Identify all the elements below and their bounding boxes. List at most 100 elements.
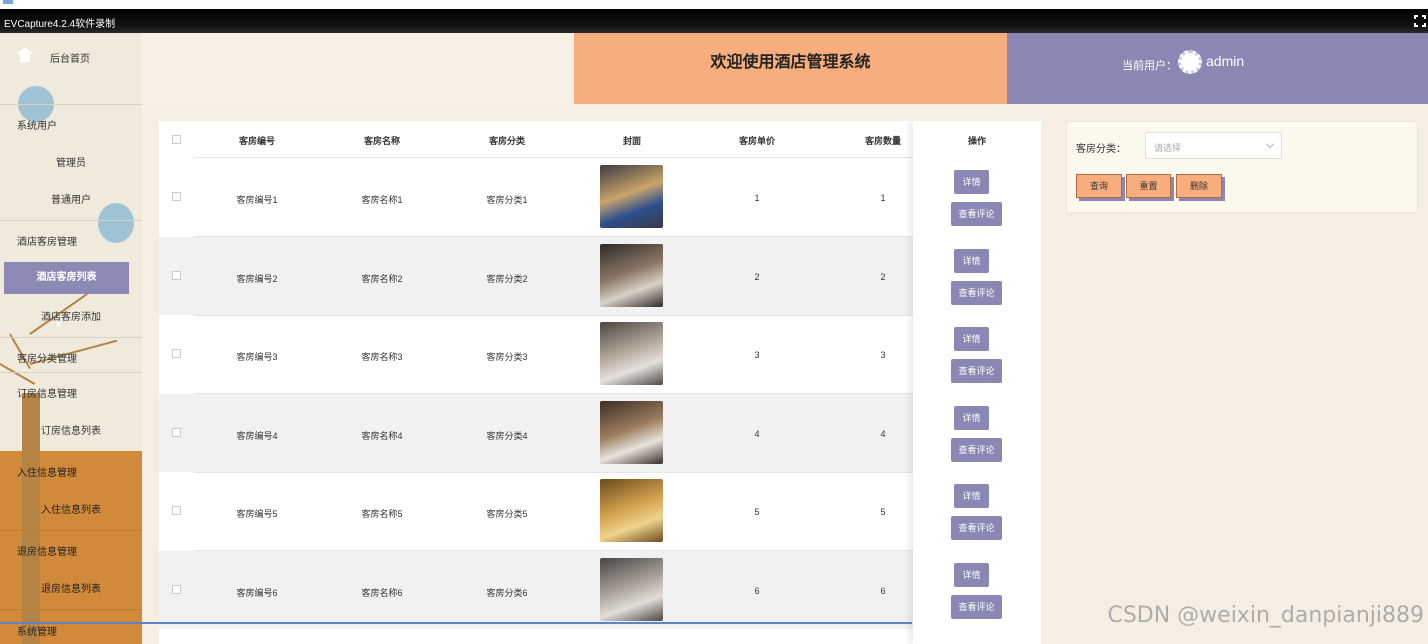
column-header: 客房单价	[738, 136, 775, 146]
detail-button[interactable]: 详情	[954, 327, 989, 351]
sidebar-group-room-management[interactable]: 酒店客房管理	[0, 233, 142, 248]
header-banner: 欢迎使用酒店管理系统	[574, 33, 1007, 104]
cell-room-code: 客房编号5	[236, 509, 278, 519]
sidebar-item-home[interactable]: 后台首页	[50, 50, 140, 65]
column-header: 客房名称	[363, 136, 400, 146]
cell-room-price: 3	[754, 350, 760, 360]
divider	[0, 609, 142, 610]
row-checkbox[interactable]	[172, 506, 181, 515]
detail-button[interactable]: 详情	[954, 170, 989, 194]
view-reviews-button[interactable]: 查看评论	[951, 280, 1002, 305]
cell-room-price: 5	[754, 507, 760, 517]
category-select[interactable]: 请选择	[1145, 132, 1282, 159]
category-label: 客房分类：	[1076, 144, 1126, 155]
sidebar-group-checkin[interactable]: 入住信息管理	[0, 464, 142, 479]
sidebar-item-normal-user[interactable]: 普通用户	[0, 191, 142, 206]
operations-column: 操作 详情 查看评论 详情 查看评论 详情 查看评论 详情 查看评论 详情 查看评论 详情 查看评论	[913, 121, 1041, 644]
room-cover-image[interactable]	[600, 243, 663, 307]
view-reviews-button[interactable]: 查看评论	[951, 594, 1002, 619]
divider	[0, 337, 142, 338]
cell-room-name: 客房名称5	[361, 509, 403, 519]
watermark: CSDN @weixin_danpianji889	[1107, 603, 1424, 628]
top-strip	[0, 0, 1428, 9]
window-titlebar: EVCapture4.2.4软件录制	[0, 9, 1428, 33]
current-user-name[interactable]: admin	[1206, 53, 1244, 69]
page-title: 欢迎使用酒店管理系统	[710, 54, 871, 71]
divider	[0, 104, 142, 105]
column-header: 客房分类	[488, 136, 525, 146]
sidebar-item-room-add[interactable]: 酒店客房添加	[0, 308, 142, 323]
sidebar-group-system[interactable]: 系统管理	[0, 623, 142, 638]
avatar[interactable]	[1178, 50, 1202, 74]
room-cover-image[interactable]	[600, 165, 663, 228]
cell-room-name: 客房名称3	[361, 352, 403, 362]
cell-room-name: 客房名称2	[361, 273, 403, 284]
sidebar-item-checkout-list[interactable]: 退房信息列表	[0, 580, 142, 595]
sidebar-group-system-users[interactable]: 系统用户	[0, 117, 142, 132]
user-panel: 当前用户： admin	[1007, 33, 1428, 104]
cell-room-code: 客房编号4	[236, 430, 278, 441]
row-checkbox[interactable]	[172, 584, 181, 594]
sidebar-group-checkout[interactable]: 退房信息管理	[0, 543, 142, 558]
column-header: 封面	[622, 136, 641, 146]
view-reviews-button[interactable]: 查看评论	[951, 437, 1002, 462]
room-cover-image[interactable]	[600, 400, 663, 464]
current-user-label: 当前用户：	[1122, 60, 1177, 72]
divider	[0, 372, 142, 373]
table-row: 客房编号5 客房名称5 客房分类5 5 5	[159, 472, 1041, 550]
table-row: 客房编号3 客房名称3 客房分类3 3 3	[159, 315, 1041, 393]
sidebar-item-booking-list[interactable]: 订房信息列表	[0, 422, 142, 437]
cell-room-code: 客房编号1	[236, 195, 278, 205]
reset-button[interactable]: 重置	[1126, 174, 1171, 198]
view-reviews-button[interactable]: 查看评论	[951, 202, 1002, 226]
row-checkbox[interactable]	[172, 427, 181, 437]
select-all-checkbox[interactable]	[172, 135, 181, 144]
room-table: 客房编号 客房名称 客房分类 封面 客房单价 客房数量 客房编号1 客房名称1 客房…	[159, 121, 1041, 644]
room-cover-image[interactable]	[600, 557, 663, 621]
table-row: 客房编号1 客房名称1 客房分类1 1 1	[159, 158, 1041, 236]
sidebar-group-booking[interactable]: 订房信息管理	[0, 385, 142, 400]
query-button[interactable]: 查询	[1076, 174, 1122, 198]
sidebar-group-room-category[interactable]: 客房分类管理	[0, 350, 142, 365]
table-row: 客房编号6 客房名称6 客房分类6 6 6	[159, 550, 1041, 629]
cell-room-code: 客房编号6	[236, 587, 278, 598]
view-reviews-button[interactable]: 查看评论	[951, 359, 1002, 383]
cell-room-category: 客房分类1	[486, 195, 528, 205]
room-cover-image[interactable]	[600, 479, 663, 542]
divider	[0, 220, 142, 221]
window-title: EVCapture4.2.4软件录制	[4, 19, 116, 30]
cell-room-name: 客房名称4	[361, 430, 403, 441]
delete-button[interactable]: 删除	[1176, 174, 1222, 198]
sidebar-item-room-list[interactable]: 酒店客房列表	[4, 262, 129, 294]
row-checkbox[interactable]	[172, 349, 181, 358]
cell-room-category: 客房分类2	[486, 273, 528, 284]
recording-progress-bar	[0, 622, 912, 624]
home-icon[interactable]	[17, 47, 33, 63]
sidebar-item-admin[interactable]: 管理员	[0, 154, 142, 169]
cell-room-code: 客房编号2	[236, 273, 278, 284]
column-header: 客房编号	[238, 136, 275, 146]
sidebar: 后台首页 系统用户 管理员 普通用户 酒店客房管理 酒店客房列表 酒店客房添加 …	[0, 33, 142, 644]
mouse-cursor-icon	[57, 321, 62, 327]
fullscreen-icon[interactable]	[1414, 15, 1426, 27]
cell-room-price: 1	[754, 193, 760, 203]
corner-mark	[3, 0, 13, 4]
sidebar-item-checkin-list[interactable]: 入住信息列表	[0, 501, 142, 516]
detail-button[interactable]: 详情	[954, 248, 989, 273]
detail-button[interactable]: 详情	[954, 484, 989, 508]
cell-room-name: 客房名称6	[361, 587, 403, 598]
table-row: 客房编号2 客房名称2 客房分类2 2 2	[159, 236, 1041, 315]
cell-room-category: 客房分类6	[486, 587, 528, 598]
header-left	[142, 33, 574, 104]
row-checkbox[interactable]	[172, 270, 181, 280]
chevron-down-icon	[1265, 139, 1275, 149]
view-reviews-button[interactable]: 查看评论	[951, 516, 1002, 540]
detail-button[interactable]: 详情	[954, 405, 989, 430]
room-cover-image[interactable]	[600, 322, 663, 385]
row-checkbox[interactable]	[172, 192, 181, 201]
detail-button[interactable]: 详情	[954, 562, 989, 587]
cell-room-price: 4	[754, 428, 760, 439]
table-row: 客房编号4 客房名称4 客房分类4 4 4	[159, 393, 1041, 472]
divider	[0, 530, 142, 531]
cell-room-price: 6	[754, 585, 760, 596]
